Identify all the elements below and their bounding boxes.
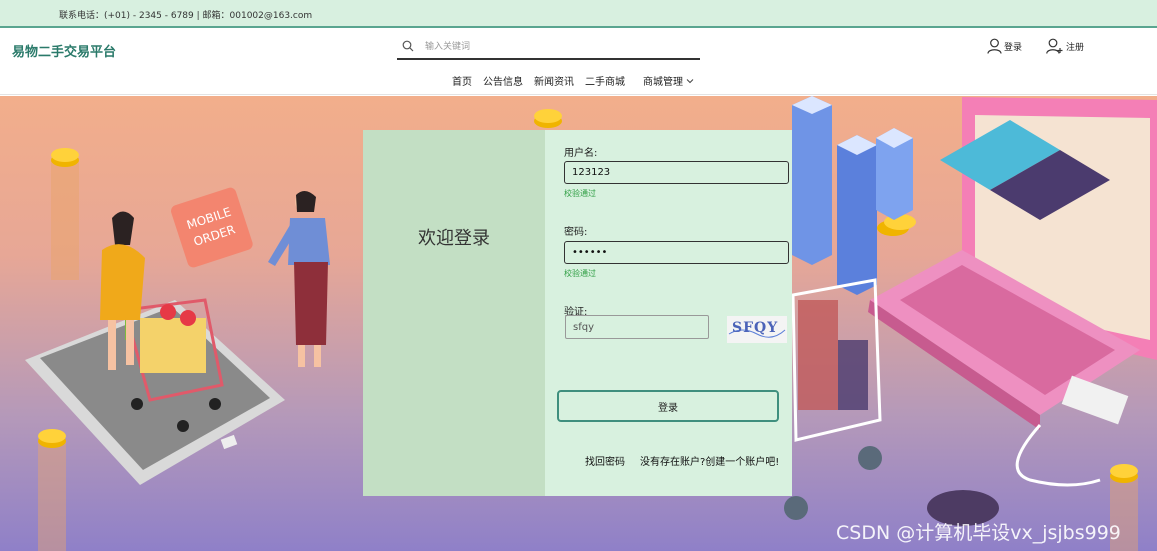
username-input[interactable] xyxy=(564,161,789,184)
header-register-label: 注册 xyxy=(1066,42,1085,53)
contact-bar: 联系电话：(+01) - 2345 - 6789 | 邮箱：001002@163… xyxy=(0,0,1157,28)
bar-columns-graphic xyxy=(792,96,913,295)
nav-home[interactable]: 首页 xyxy=(452,73,472,88)
username-validation-hint: 校验通过 xyxy=(564,189,596,198)
contact-info: 联系电话：(+01) - 2345 - 6789 | 邮箱：001002@163… xyxy=(59,11,313,21)
nav-marketplace[interactable]: 二手商城 xyxy=(585,73,625,88)
forgot-password-link[interactable]: 找回密码 xyxy=(585,453,625,468)
mobile-order-sign: MOBILE ORDER xyxy=(171,187,253,268)
password-label: 密码: xyxy=(564,227,588,238)
nav-announcements[interactable]: 公告信息 xyxy=(483,73,523,88)
nav-store-management[interactable]: 商城管理 xyxy=(643,73,694,88)
nav-store-management-label: 商城管理 xyxy=(643,77,683,88)
header-login-label: 登录 xyxy=(1004,42,1023,53)
coin-stack-icon xyxy=(51,148,79,280)
shopping-cart-icon xyxy=(784,278,882,520)
mouse-icon xyxy=(927,424,1101,526)
search-icon[interactable] xyxy=(402,40,414,52)
create-account-link[interactable]: 没有存在账户?创建一个账户吧! xyxy=(640,453,779,468)
login-form: 用户名: 校验通过 密码: 校验通过 验证: SFQY 登录 找回密码 没有存在… xyxy=(545,130,792,496)
login-welcome-panel: 欢迎登录 xyxy=(363,130,545,496)
user-icon xyxy=(987,38,1002,54)
login-card: 欢迎登录 用户名: 校验通过 密码: 校验通过 验证: SFQY 登录 找回密码… xyxy=(363,130,792,496)
password-input[interactable] xyxy=(564,241,789,264)
woman-standing-figure xyxy=(268,190,330,367)
site-header: 易物二手交易平台 登录 注册 首页 公告信息 新闻资讯 二手商城 商城管理 xyxy=(0,28,1157,95)
add-user-icon xyxy=(1046,38,1063,54)
captcha-text: SFQY xyxy=(732,320,778,336)
main-nav: 首页 公告信息 新闻资讯 二手商城 商城管理 xyxy=(452,73,705,88)
coin-stack-icon xyxy=(38,429,66,551)
coin-stack-icon xyxy=(534,109,562,128)
nav-news[interactable]: 新闻资讯 xyxy=(534,73,574,88)
captcha-image[interactable]: SFQY xyxy=(727,316,787,343)
site-brand[interactable]: 易物二手交易平台 xyxy=(12,41,116,60)
username-label: 用户名: xyxy=(564,148,598,159)
captcha-input[interactable] xyxy=(565,315,709,339)
welcome-heading: 欢迎登录 xyxy=(418,228,490,249)
search-bar xyxy=(397,36,700,60)
login-button[interactable]: 登录 xyxy=(557,390,779,422)
password-validation-hint: 校验通过 xyxy=(564,269,596,278)
chevron-down-icon xyxy=(686,78,694,83)
search-input[interactable] xyxy=(425,38,685,56)
watermark-text: CSDN @计算机毕设vx_jsjbs999 xyxy=(836,522,1121,544)
header-login-link[interactable]: 登录 xyxy=(987,38,1022,54)
header-register-link[interactable]: 注册 xyxy=(1046,38,1084,54)
